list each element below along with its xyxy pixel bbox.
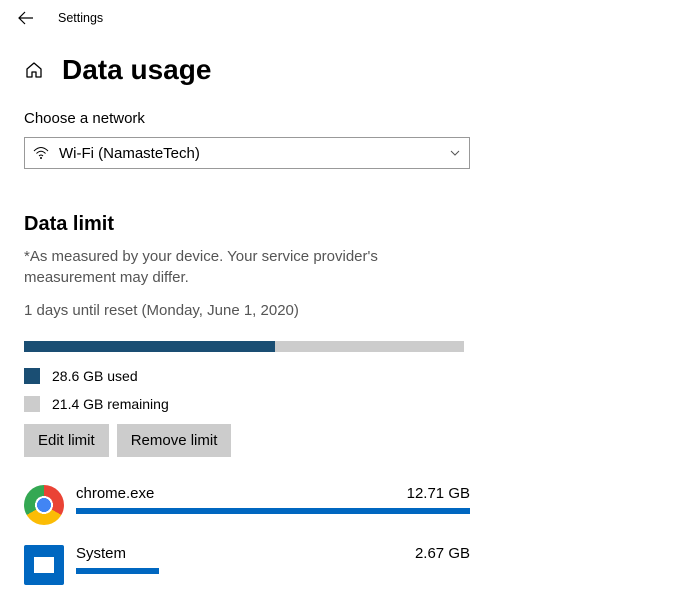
used-swatch [24,368,40,384]
system-icon [24,545,64,585]
data-limit-heading: Data limit [24,213,496,236]
used-text: 28.6 GB used [52,368,138,384]
app-row: System 2.67 GB [24,545,470,585]
home-icon[interactable] [24,60,44,80]
app-amount: 12.71 GB [407,485,470,502]
app-name: chrome.exe [76,485,154,502]
remaining-swatch [24,396,40,412]
app-bar [76,568,159,574]
app-row: chrome.exe 12.71 GB [24,485,470,525]
page-title: Data usage [62,54,211,86]
app-amount: 2.67 GB [415,545,470,562]
network-label: Choose a network [24,110,496,127]
app-name: System [76,545,126,562]
network-selected: Wi-Fi (NamasteTech) [59,145,439,162]
limit-note: *As measured by your device. Your servic… [24,246,464,288]
settings-breadcrumb[interactable]: Settings [58,11,103,25]
app-usage-list: chrome.exe 12.71 GB System 2.67 GB [24,485,470,585]
limit-reset: 1 days until reset (Monday, June 1, 2020… [24,302,496,319]
wifi-icon [33,146,49,160]
remaining-text: 21.4 GB remaining [52,396,169,412]
remove-limit-button[interactable]: Remove limit [117,424,232,457]
limit-meter-fill [24,341,275,352]
chevron-down-icon [449,147,461,159]
edit-limit-button[interactable]: Edit limit [24,424,109,457]
chrome-icon [24,485,64,525]
limit-meter [24,341,464,352]
app-bar [76,508,470,514]
network-dropdown[interactable]: Wi-Fi (NamasteTech) [24,137,470,169]
back-icon[interactable] [18,10,34,26]
